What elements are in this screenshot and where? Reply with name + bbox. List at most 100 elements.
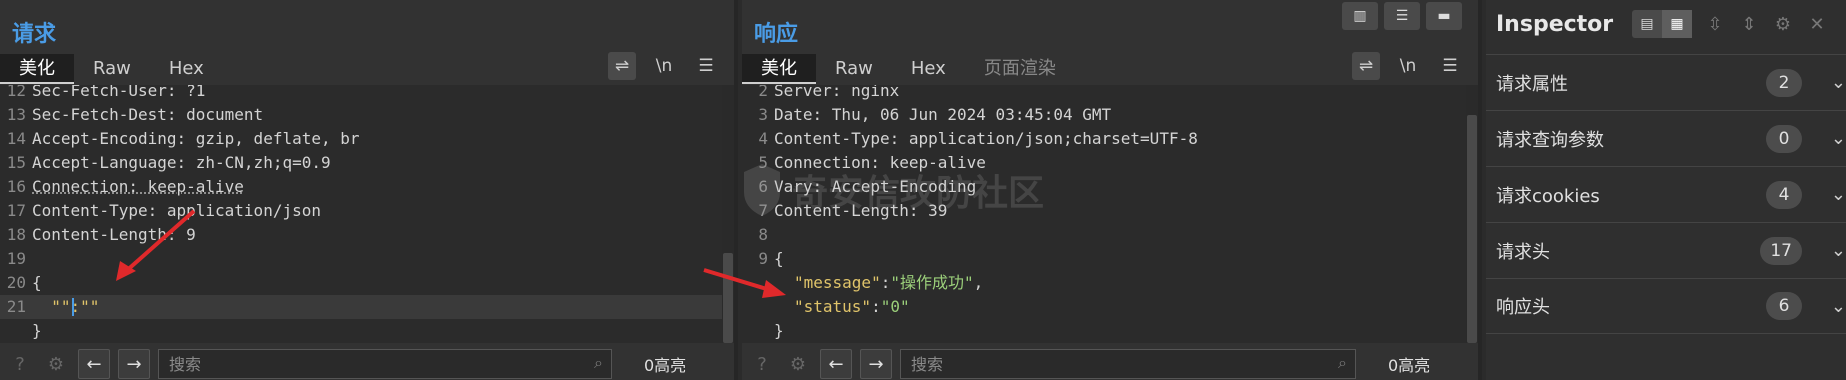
code-line: 2 Server: nginx xyxy=(758,85,900,100)
request-title: 请求 xyxy=(12,22,57,47)
chevron-down-icon: ⌄ xyxy=(1830,184,1846,205)
gear-icon[interactable]: ⚙ xyxy=(42,350,70,378)
code-line: 15 Accept-Language: zh-CN,zh;q=0.9 xyxy=(6,153,331,172)
inspector-section-response-headers[interactable]: 响应头 6 ⌄ xyxy=(1486,278,1846,334)
code-line: 7 Content-Length: 39 xyxy=(758,201,948,220)
chevron-down-icon: ⌄ xyxy=(1830,128,1846,149)
code-line: 14 Accept-Encoding: gzip, deflate, br xyxy=(6,129,360,148)
response-scrollbar[interactable] xyxy=(1466,85,1478,343)
wrap-lines-icon[interactable]: ⇌ xyxy=(608,52,636,80)
code-line: 13 Sec-Fetch-Dest: document xyxy=(6,105,264,124)
json-line-status: "status":"0" xyxy=(794,297,910,316)
arrow-right-icon: → xyxy=(868,353,884,375)
code-line: 6 Vary: Accept-Encoding xyxy=(758,177,977,196)
inspector-section-cookies[interactable]: 请求cookies 4 ⌄ xyxy=(1486,166,1846,222)
search-icon: ⌕ xyxy=(1338,353,1347,372)
response-search-bar: ? ⚙ ← → ⌕ 0高亮 xyxy=(742,348,1478,380)
code-line: 20{ xyxy=(6,273,42,292)
prev-match-button[interactable]: ← xyxy=(78,349,110,379)
count-badge: 4 xyxy=(1766,180,1802,209)
code-line-active: 21 "":"" xyxy=(0,295,722,319)
inspector-toolbar: ▤ ▦ ⇳ ⇕ ⚙ ✕ xyxy=(1632,10,1828,38)
layout-panel-icon[interactable]: ▦ xyxy=(1662,10,1692,38)
inspector-section-query-params[interactable]: 请求查询参数 0 ⌄ xyxy=(1486,110,1846,166)
code-line: 5 Connection: keep-alive xyxy=(758,153,986,172)
menu-icon[interactable]: ☰ xyxy=(1436,52,1464,80)
search-icon: ⌕ xyxy=(594,353,603,372)
response-tab-render[interactable]: 页面渲染 xyxy=(965,54,1075,84)
request-scrollbar[interactable] xyxy=(722,85,734,343)
menu-icon[interactable]: ☰ xyxy=(692,52,720,80)
arrow-right-icon: → xyxy=(126,353,142,375)
text-cursor xyxy=(72,298,74,316)
code-line: 4 Content-Type: application/json;charset=… xyxy=(758,129,1198,148)
response-highlight-count: 0高亮 xyxy=(1388,356,1431,375)
request-tabs: 美化 Raw Hex xyxy=(0,54,223,84)
response-search-input[interactable] xyxy=(911,354,1345,374)
expand-all-icon[interactable]: ⇳ xyxy=(1704,14,1726,35)
layout-stacked-icon[interactable]: ☰ xyxy=(1384,2,1420,30)
request-tab-hex[interactable]: Hex xyxy=(150,54,223,84)
count-badge: 17 xyxy=(1760,236,1802,265)
newline-toggle-button[interactable]: \n xyxy=(650,52,678,80)
code-line: 12 Sec-Fetch-User: ?1 xyxy=(6,85,206,100)
request-toolbar: ⇌ \n ☰ xyxy=(608,52,720,80)
code-line: 3 Date: Thu, 06 Jun 2024 03:45:04 GMT xyxy=(758,105,1112,124)
request-highlight-count: 0高亮 xyxy=(644,356,687,375)
response-title: 响应 xyxy=(754,22,799,47)
code-line: } xyxy=(32,321,42,340)
response-pane: 响应 ▥ ☰ ▬ 美化 Raw Hex 页面渲染 ⇌ \n ☰ 2 Server:… xyxy=(742,0,1482,380)
request-scroll-thumb[interactable] xyxy=(723,253,733,343)
inspector-pane: Inspector ▤ ▦ ⇳ ⇕ ⚙ ✕ 请求属性 2 ⌄ 请求查询参数 0 … xyxy=(1486,0,1846,380)
chevron-down-icon: ⌄ xyxy=(1830,295,1846,317)
newline-toggle-button[interactable]: \n xyxy=(1394,52,1422,80)
arrow-left-icon: ← xyxy=(86,353,102,375)
code-line: } xyxy=(774,321,784,340)
prev-match-button[interactable]: ← xyxy=(820,349,852,379)
code-line: 19 xyxy=(6,249,26,268)
next-match-button[interactable]: → xyxy=(860,349,892,379)
help-icon[interactable]: ? xyxy=(6,350,34,378)
code-line: 18 Content-Length: 9 xyxy=(6,225,196,244)
code-line: 16 Connection: keep-alive xyxy=(6,177,244,196)
response-tab-raw[interactable]: Raw xyxy=(816,54,892,84)
chevron-down-icon: ⌄ xyxy=(1830,72,1846,93)
chevron-down-icon: ⌄ xyxy=(1830,240,1846,261)
arrow-left-icon: ← xyxy=(828,353,844,375)
layout-side-by-side-icon[interactable]: ▥ xyxy=(1342,2,1378,30)
response-tab-hex[interactable]: Hex xyxy=(892,54,965,84)
layout-tabs-icon[interactable]: ▬ xyxy=(1426,2,1462,30)
count-badge: 2 xyxy=(1766,68,1802,97)
gear-icon[interactable]: ⚙ xyxy=(1772,14,1794,35)
code-line: 9{ xyxy=(758,249,784,268)
close-icon[interactable]: ✕ xyxy=(1806,14,1828,35)
count-badge: 0 xyxy=(1766,124,1802,153)
request-search-box: ⌕ xyxy=(158,349,612,379)
code-line: 17 Content-Type: application/json xyxy=(6,201,321,220)
json-line-message: "message":"操作成功", xyxy=(794,273,984,292)
response-toolbar: ⇌ \n ☰ xyxy=(1352,52,1464,80)
help-icon[interactable]: ? xyxy=(748,350,776,378)
response-editor[interactable]: 2 Server: nginx 3 Date: Thu, 06 Jun 2024 0… xyxy=(742,85,1466,343)
layout-list-icon[interactable]: ▤ xyxy=(1632,10,1662,38)
inspector-section-request-attributes[interactable]: 请求属性 2 ⌄ xyxy=(1486,54,1846,110)
request-tab-pretty[interactable]: 美化 xyxy=(0,54,74,84)
response-tab-pretty[interactable]: 美化 xyxy=(742,54,816,84)
count-badge: 6 xyxy=(1766,292,1802,320)
request-search-input[interactable] xyxy=(169,354,601,374)
code-line: 8 xyxy=(758,225,768,244)
wrap-lines-icon[interactable]: ⇌ xyxy=(1352,52,1380,80)
gear-icon[interactable]: ⚙ xyxy=(784,350,812,378)
collapse-all-icon[interactable]: ⇕ xyxy=(1738,14,1760,35)
request-editor[interactable]: 12 Sec-Fetch-User: ?1 13 Sec-Fetch-Dest: d… xyxy=(0,85,722,343)
inspector-title: Inspector xyxy=(1496,12,1614,37)
response-tabs: 美化 Raw Hex 页面渲染 xyxy=(742,54,1075,84)
layout-switcher: ▥ ☰ ▬ xyxy=(1342,2,1462,30)
inspector-section-request-headers[interactable]: 请求头 17 ⌄ xyxy=(1486,222,1846,278)
response-scroll-thumb[interactable] xyxy=(1467,115,1477,343)
inspector-layout-toggle: ▤ ▦ xyxy=(1632,10,1692,38)
response-search-box: ⌕ xyxy=(900,349,1356,379)
next-match-button[interactable]: → xyxy=(118,349,150,379)
request-search-bar: ? ⚙ ← → ⌕ 0高亮 xyxy=(0,348,734,380)
request-tab-raw[interactable]: Raw xyxy=(74,54,150,84)
